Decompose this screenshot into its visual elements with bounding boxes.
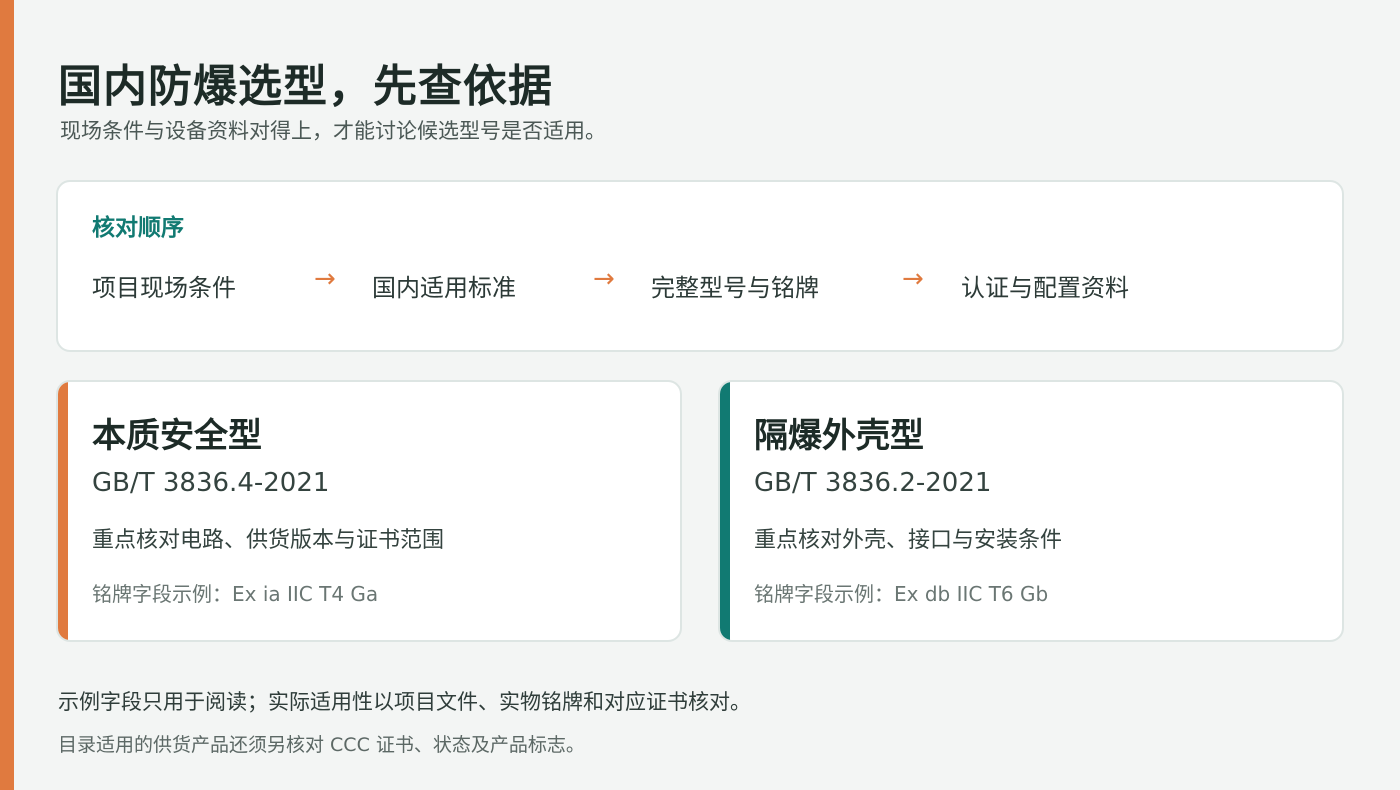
step-site-conditions: 项目现场条件 (92, 274, 236, 302)
arrow-icon: → (902, 264, 924, 294)
arrow-icon: → (314, 264, 336, 294)
type-nameplate-example: 铭牌字段示例：Ex ia IIC T4 Ga (92, 582, 379, 606)
intrinsic-safety-card: 本质安全型 GB/T 3836.4-2021 重点核对电路、供货版本与证书范围 … (56, 380, 682, 642)
check-order-card: 核对顺序 项目现场条件 → 国内适用标准 → 完整型号与铭牌 → 认证与配置资料 (56, 180, 1344, 352)
arrow-icon: → (593, 264, 615, 294)
type-nameplate-example: 铭牌字段示例：Ex db IIC T6 Gb (754, 582, 1049, 606)
type-focus: 重点核对电路、供货版本与证书范围 (92, 528, 445, 553)
type-title: 本质安全型 (92, 416, 262, 456)
footnote-primary: 示例字段只用于阅读；实际适用性以项目文件、实物铭牌和对应证书核对。 (58, 690, 751, 714)
footnote-secondary: 目录适用的供货产品还须另核对 CCC 证书、状态及产品标志。 (58, 734, 585, 756)
step-certification-docs: 认证与配置资料 (961, 274, 1129, 302)
check-order-heading: 核对顺序 (92, 215, 184, 241)
page-title: 国内防爆选型，先查依据 (58, 61, 553, 112)
type-standard: GB/T 3836.2-2021 (754, 468, 992, 498)
type-standard: GB/T 3836.4-2021 (92, 468, 330, 498)
card-stripe (720, 382, 730, 640)
step-domestic-standards: 国内适用标准 (372, 274, 516, 302)
page-subtitle: 现场条件与设备资料对得上，才能讨论候选型号是否适用。 (60, 119, 606, 143)
left-accent-bar (0, 0, 14, 790)
flameproof-card: 隔爆外壳型 GB/T 3836.2-2021 重点核对外壳、接口与安装条件 铭牌… (718, 380, 1344, 642)
type-title: 隔爆外壳型 (754, 416, 924, 456)
type-focus: 重点核对外壳、接口与安装条件 (754, 528, 1063, 553)
card-stripe (58, 382, 68, 640)
step-model-nameplate: 完整型号与铭牌 (651, 274, 819, 302)
